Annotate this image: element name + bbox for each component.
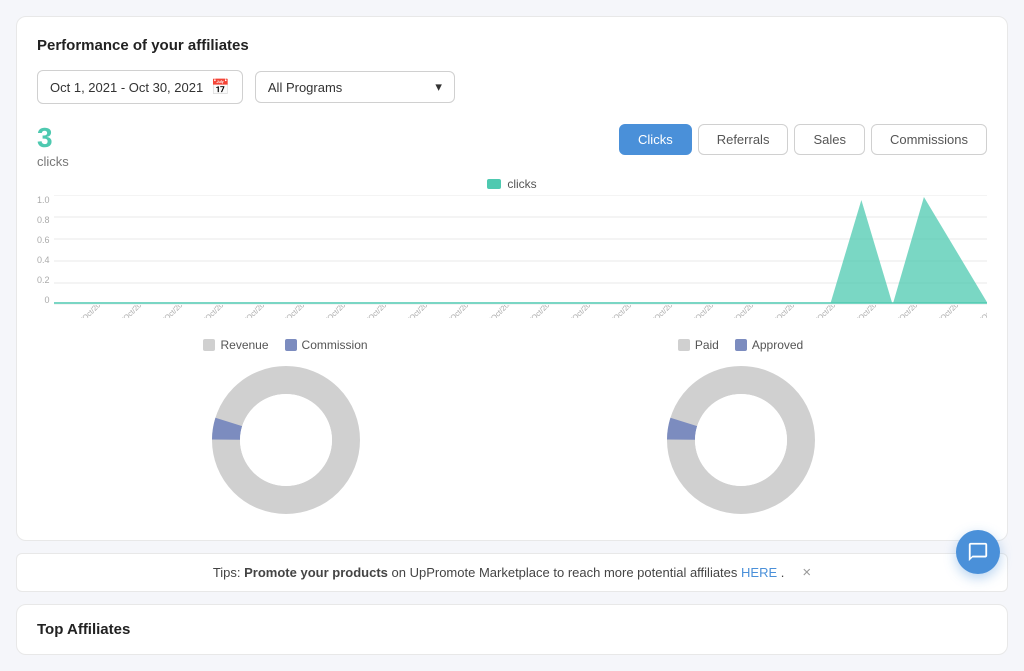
chart-spike-2 <box>893 197 987 303</box>
performance-card: Performance of your affiliates Oct 1, 20… <box>16 16 1008 541</box>
tab-sales[interactable]: Sales <box>794 124 865 155</box>
donut2-legend: Paid Approved <box>678 338 803 352</box>
date-picker-button[interactable]: Oct 1, 2021 - Oct 30, 2021 📅 <box>37 70 243 104</box>
chart-header: 3 clicks Clicks Referrals Sales Commissi… <box>37 124 987 169</box>
x-axis-labels: 01/Oct/2021 02/Oct/2021 03/Oct/2021 04/O… <box>37 305 987 318</box>
donut1-svg <box>206 360 366 520</box>
donuts-row: Revenue Commission <box>37 338 987 520</box>
donut1-legend-commission: Commission <box>285 338 368 352</box>
donut2-legend-paid: Paid <box>678 338 719 352</box>
commission-dot <box>285 339 297 351</box>
close-tip-button[interactable]: × <box>802 564 811 581</box>
approved-dot <box>735 339 747 351</box>
commission-label: Commission <box>302 338 368 352</box>
donut2-legend-approved: Approved <box>735 338 803 352</box>
filters-row: Oct 1, 2021 - Oct 30, 2021 📅 All Program… <box>37 70 987 104</box>
line-chart-container: 1.0 0.8 0.6 0.4 0.2 0 <box>37 195 987 305</box>
revenue-dot <box>203 339 215 351</box>
metric-tabs: Clicks Referrals Sales Commissions <box>619 124 987 155</box>
donut-revenue-commission: Revenue Commission <box>203 338 367 520</box>
tip-bar: Tips: Promote your products on UpPromote… <box>16 553 1008 592</box>
donut1-legend-revenue: Revenue <box>203 338 268 352</box>
metric-label: clicks <box>37 154 69 169</box>
programs-dropdown[interactable]: All Programs ▾ <box>255 71 455 103</box>
tip-bold: Promote your products <box>244 565 388 580</box>
chat-fab[interactable] <box>956 530 1000 574</box>
calendar-icon: 📅 <box>211 78 230 96</box>
tab-clicks[interactable]: Clicks <box>619 124 692 155</box>
top-affiliates-card: Top Affiliates <box>16 604 1008 655</box>
metric-value: 3 <box>37 124 69 152</box>
date-range-label: Oct 1, 2021 - Oct 30, 2021 <box>50 80 203 95</box>
top-affiliates-title: Top Affiliates <box>37 621 987 638</box>
tab-referrals[interactable]: Referrals <box>698 124 789 155</box>
chart-spike-1 <box>830 200 892 303</box>
legend-clicks-dot <box>487 179 501 189</box>
tip-suffix: . <box>781 565 785 580</box>
legend-clicks-label: clicks <box>507 177 536 191</box>
donut-paid-approved: Paid Approved <box>661 338 821 520</box>
tip-text: Tips: Promote your products on UpPromote… <box>213 565 785 580</box>
approved-label: Approved <box>752 338 803 352</box>
here-link[interactable]: HERE <box>741 565 777 580</box>
paid-dot <box>678 339 690 351</box>
chevron-down-icon: ▾ <box>435 79 442 95</box>
donut2-svg <box>661 360 821 520</box>
chart-legend: clicks <box>37 177 987 191</box>
line-chart-svg <box>54 195 987 305</box>
tip-prefix: Tips: <box>213 565 244 580</box>
tab-commissions[interactable]: Commissions <box>871 124 987 155</box>
donut1-legend: Revenue Commission <box>203 338 367 352</box>
programs-label: All Programs <box>268 80 342 95</box>
tip-middle: on UpPromote Marketplace to reach more p… <box>392 565 742 580</box>
metric-display: 3 clicks <box>37 124 69 169</box>
chart-area <box>54 195 987 305</box>
revenue-label: Revenue <box>220 338 268 352</box>
card-title: Performance of your affiliates <box>37 37 987 54</box>
chat-icon <box>967 541 989 563</box>
paid-label: Paid <box>695 338 719 352</box>
y-axis-labels: 1.0 0.8 0.6 0.4 0.2 0 <box>37 195 54 305</box>
